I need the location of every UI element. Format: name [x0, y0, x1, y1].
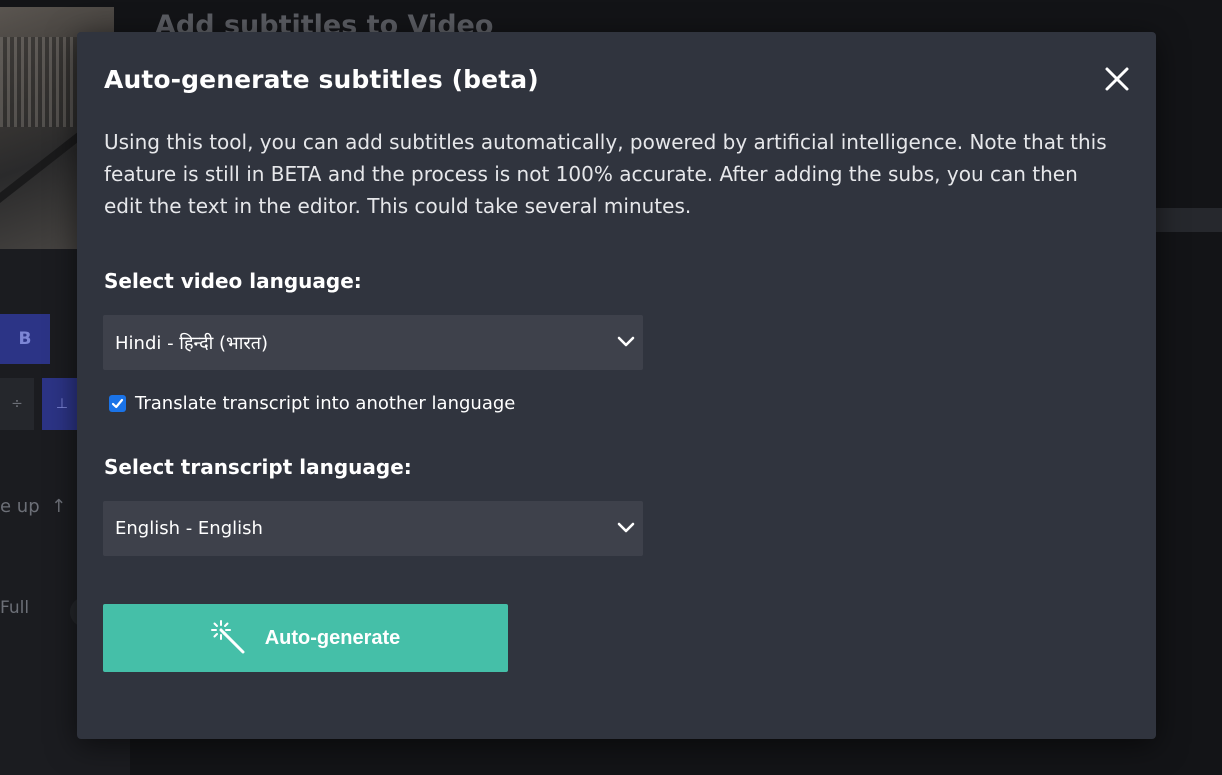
close-icon — [1105, 67, 1129, 91]
transcript-language-label: Select transcript language: — [104, 455, 412, 479]
chevron-down-icon — [617, 522, 635, 533]
translate-checkbox[interactable] — [109, 395, 126, 412]
align-bottom-button[interactable]: ⊥ — [42, 378, 82, 430]
bold-button[interactable]: B — [0, 314, 50, 364]
checkmark-icon — [111, 398, 124, 409]
move-up-label: e up — [0, 496, 40, 517]
video-language-value: Hindi - हिन्दी (भारत) — [115, 332, 269, 354]
dialog-description: Using this tool, you can add subtitles a… — [104, 130, 1107, 218]
align-middle-button[interactable]: ÷ — [0, 378, 34, 430]
auto-generate-label: Auto-generate — [264, 626, 401, 649]
arrow-up-icon: ↑ — [45, 496, 67, 517]
move-up-button[interactable]: e up ↑ — [0, 496, 66, 517]
magic-wand-icon — [210, 620, 245, 654]
transcript-language-value: English - English — [115, 518, 263, 539]
translate-checkbox-label[interactable]: Translate transcript into another langua… — [135, 393, 515, 414]
transcript-language-select[interactable]: English - English — [103, 501, 643, 556]
dialog-title: Auto-generate subtitles (beta) — [104, 65, 539, 94]
video-language-label: Select video language: — [104, 269, 362, 293]
chevron-down-icon — [617, 336, 635, 347]
full-width-button[interactable]: Full — [0, 598, 29, 618]
close-button[interactable] — [1103, 65, 1131, 93]
timeline-strip — [1156, 208, 1222, 232]
translate-option: Translate transcript into another langua… — [109, 393, 515, 414]
video-language-select[interactable]: Hindi - हिन्दी (भारत) — [103, 315, 643, 370]
auto-generate-button[interactable]: Auto-generate — [103, 604, 508, 672]
auto-generate-subtitles-dialog: Auto-generate subtitles (beta) Using thi… — [77, 32, 1156, 739]
